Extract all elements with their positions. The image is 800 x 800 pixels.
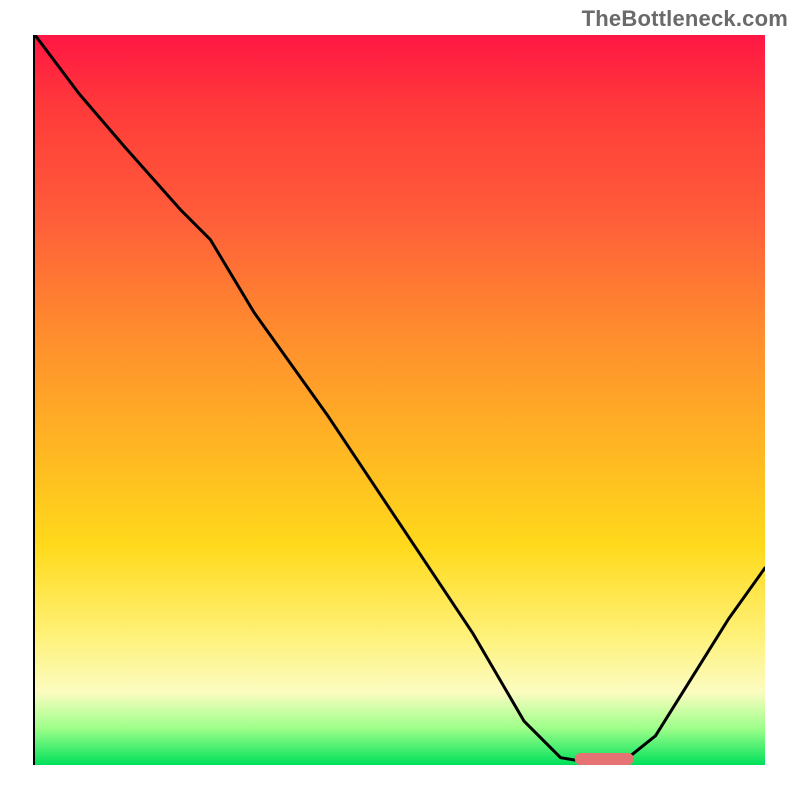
plot-area (35, 35, 765, 765)
chart-frame: TheBottleneck.com (0, 0, 800, 800)
bottleneck-curve (35, 35, 765, 765)
watermark-text: TheBottleneck.com (582, 6, 788, 32)
optimal-range-marker (575, 753, 633, 765)
